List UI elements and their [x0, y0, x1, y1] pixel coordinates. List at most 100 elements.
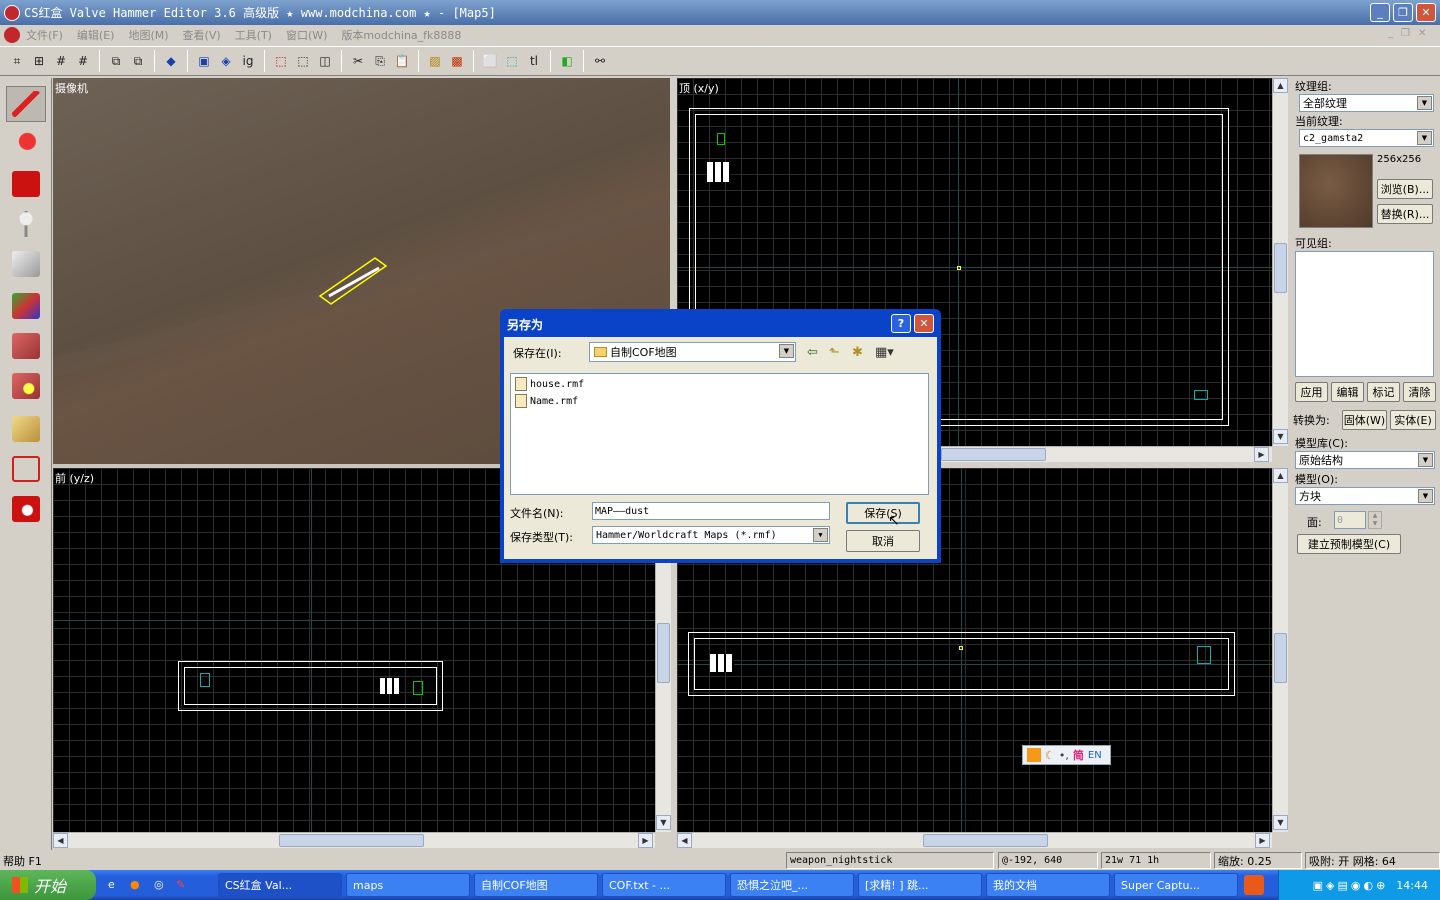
edit-button[interactable]: 编辑: [1331, 382, 1364, 402]
menu-version[interactable]: 版本modchina_fk8888: [341, 27, 461, 43]
menu-window[interactable]: 窗口(W): [286, 27, 327, 43]
task-super-capture[interactable]: Super Captu...: [1114, 873, 1238, 897]
create-prefab-button[interactable]: 建立预制模型(C): [1297, 534, 1401, 554]
menu-view[interactable]: 查看(V): [183, 27, 221, 43]
select-all-icon[interactable]: ⬚: [501, 50, 523, 72]
top-viewport-hscroll[interactable]: ▶: [941, 446, 1272, 462]
scroll-right-arrow-icon[interactable]: ▶: [1254, 447, 1269, 462]
scroll-up-arrow-icon[interactable]: ▲: [1273, 78, 1288, 93]
dropdown-arrow-icon[interactable]: ▼: [1418, 453, 1433, 467]
scroll-up-arrow-icon[interactable]: ▲: [1273, 468, 1288, 483]
file-item[interactable]: Name.rmf: [515, 394, 578, 408]
dropdown-arrow-icon[interactable]: ▼: [779, 344, 794, 358]
dropdown-arrow-icon[interactable]: ▼: [813, 528, 828, 542]
texture-lock-icon[interactable]: ▩: [446, 50, 468, 72]
dialog-title-bar[interactable]: 另存为 ? ✕: [503, 312, 938, 336]
task-cof-folder[interactable]: 自制COF地图: [474, 873, 598, 897]
firefox-icon[interactable]: ●: [130, 878, 140, 891]
to-entity-button[interactable]: 实体(E): [1390, 410, 1436, 430]
front-viewport-hscroll[interactable]: ◀ ▶: [53, 832, 655, 848]
close-button[interactable]: ✕: [1416, 3, 1436, 22]
group-icon[interactable]: ▣: [193, 50, 215, 72]
dropdown-arrow-icon[interactable]: ▼: [1417, 131, 1432, 145]
ime-punct-icon[interactable]: •,: [1059, 749, 1069, 762]
entity-marker-cyan[interactable]: [1194, 390, 1208, 400]
carve-icon[interactable]: ◆: [160, 50, 182, 72]
camera-tool-icon[interactable]: [6, 166, 46, 202]
entity-marker-cyan[interactable]: [1197, 646, 1211, 664]
save-button[interactable]: 保存(S): [846, 502, 920, 524]
clear-button[interactable]: 清除: [1403, 382, 1436, 402]
paste-icon[interactable]: 📋: [391, 50, 413, 72]
ime-mode[interactable]: 简: [1073, 747, 1084, 763]
task-maps[interactable]: maps: [346, 873, 470, 897]
task-cof-txt[interactable]: COF.txt - ...: [602, 873, 726, 897]
start-button[interactable]: 开始: [0, 870, 96, 900]
title-bar[interactable]: CS红盒 Valve Hammer Editor 3.6 高级版 ★ www.m…: [0, 0, 1440, 25]
new-folder-icon[interactable]: ✱: [852, 345, 863, 360]
scroll-thumb[interactable]: [1274, 633, 1287, 683]
texture-app-icon[interactable]: [6, 288, 46, 324]
apply-button[interactable]: 应用: [1295, 382, 1328, 402]
filename-input[interactable]: MAP——dust: [592, 502, 830, 520]
center-handle[interactable]: [959, 646, 963, 650]
task-browser-1[interactable]: 恐惧之泣吧_...: [730, 873, 854, 897]
ime-lang[interactable]: EN: [1088, 750, 1102, 761]
texture-group-select[interactable]: 全部纹理 ▼: [1299, 94, 1434, 112]
select-box-icon[interactable]: ⬜: [479, 50, 501, 72]
quick-launch-icon-2[interactable]: ✎: [176, 878, 185, 891]
ie-icon[interactable]: e: [108, 878, 115, 891]
scroll-right-arrow-icon[interactable]: ▶: [638, 833, 653, 848]
replace-button[interactable]: 替换(R)...: [1377, 204, 1433, 224]
grid-larger-icon[interactable]: #: [72, 50, 94, 72]
side-viewport-hscroll[interactable]: ◀ ▶: [677, 832, 1272, 848]
menu-tools[interactable]: 工具(T): [235, 27, 272, 43]
entity-marker-green[interactable]: [413, 681, 423, 695]
spawn-entity-icon[interactable]: [380, 678, 400, 694]
scroll-thumb[interactable]: [279, 834, 424, 847]
menu-map[interactable]: 地图(M): [128, 27, 168, 43]
texture-lock-tl-icon[interactable]: tl: [523, 50, 545, 72]
faces-spinner[interactable]: ▲ ▼: [1368, 511, 1382, 529]
task-hammer[interactable]: CS红盒 Val...: [218, 873, 342, 897]
redo-icon[interactable]: ⧉: [127, 50, 149, 72]
decal-tool-icon[interactable]: [6, 368, 46, 404]
scroll-left-arrow-icon[interactable]: ◀: [53, 833, 68, 848]
up-folder-icon[interactable]: ⬑: [829, 345, 840, 360]
mark-button[interactable]: 标记: [1367, 382, 1400, 402]
run-map-icon[interactable]: ⚯: [589, 50, 611, 72]
clock[interactable]: 14:44: [1396, 879, 1428, 892]
menu-file[interactable]: 文件(F): [26, 27, 63, 43]
scroll-thumb[interactable]: [941, 448, 1046, 461]
quick-launch-icon[interactable]: ◎: [154, 878, 164, 891]
dropdown-arrow-icon[interactable]: ▼: [1418, 489, 1433, 503]
dialog-close-icon[interactable]: ✕: [914, 314, 934, 333]
minimize-button[interactable]: _: [1370, 3, 1390, 22]
current-texture-select[interactable]: c2_gamsta2 ▼: [1299, 129, 1434, 147]
file-item[interactable]: house.rmf: [515, 377, 584, 391]
scroll-thumb[interactable]: [1274, 243, 1287, 293]
hide-mask-icon[interactable]: ▨: [424, 50, 446, 72]
scroll-down-arrow-icon[interactable]: ▼: [1273, 429, 1288, 444]
grid-toggle-icon[interactable]: ⌗: [6, 50, 28, 72]
ime-toolbar[interactable]: ☾ •, 简 EN: [1022, 745, 1111, 765]
ungroup-icon[interactable]: ◈: [215, 50, 237, 72]
side-viewport-vscroll[interactable]: ▲ ▼: [1272, 468, 1288, 832]
filetype-select[interactable]: Hammer/Worldcraft Maps (*.rmf) ▼: [592, 526, 830, 544]
scroll-down-arrow-icon[interactable]: ▼: [1273, 815, 1288, 830]
undo-icon[interactable]: ⧉: [105, 50, 127, 72]
faces-input[interactable]: 0: [1334, 511, 1366, 529]
view-menu-icon[interactable]: ▦▾: [875, 345, 894, 360]
entity-marker-green[interactable]: [717, 133, 725, 145]
dropdown-arrow-icon[interactable]: ▼: [1417, 96, 1432, 110]
tray-icons[interactable]: ▣◈▤◉◐⊕: [1313, 879, 1389, 892]
prefab-lib-select[interactable]: 原始结构 ▼: [1295, 451, 1435, 469]
magnify-tool-icon[interactable]: [6, 126, 46, 162]
task-my-documents[interactable]: 我的文档: [986, 873, 1110, 897]
prefab-select[interactable]: 方块 ▼: [1295, 487, 1435, 505]
scroll-down-arrow-icon[interactable]: ▼: [656, 815, 671, 830]
scroll-left-arrow-icon[interactable]: ◀: [677, 833, 692, 848]
show-items-icon[interactable]: ⬚: [292, 50, 314, 72]
center-handle[interactable]: [957, 266, 961, 270]
ime-moon-icon[interactable]: ☾: [1045, 749, 1055, 762]
